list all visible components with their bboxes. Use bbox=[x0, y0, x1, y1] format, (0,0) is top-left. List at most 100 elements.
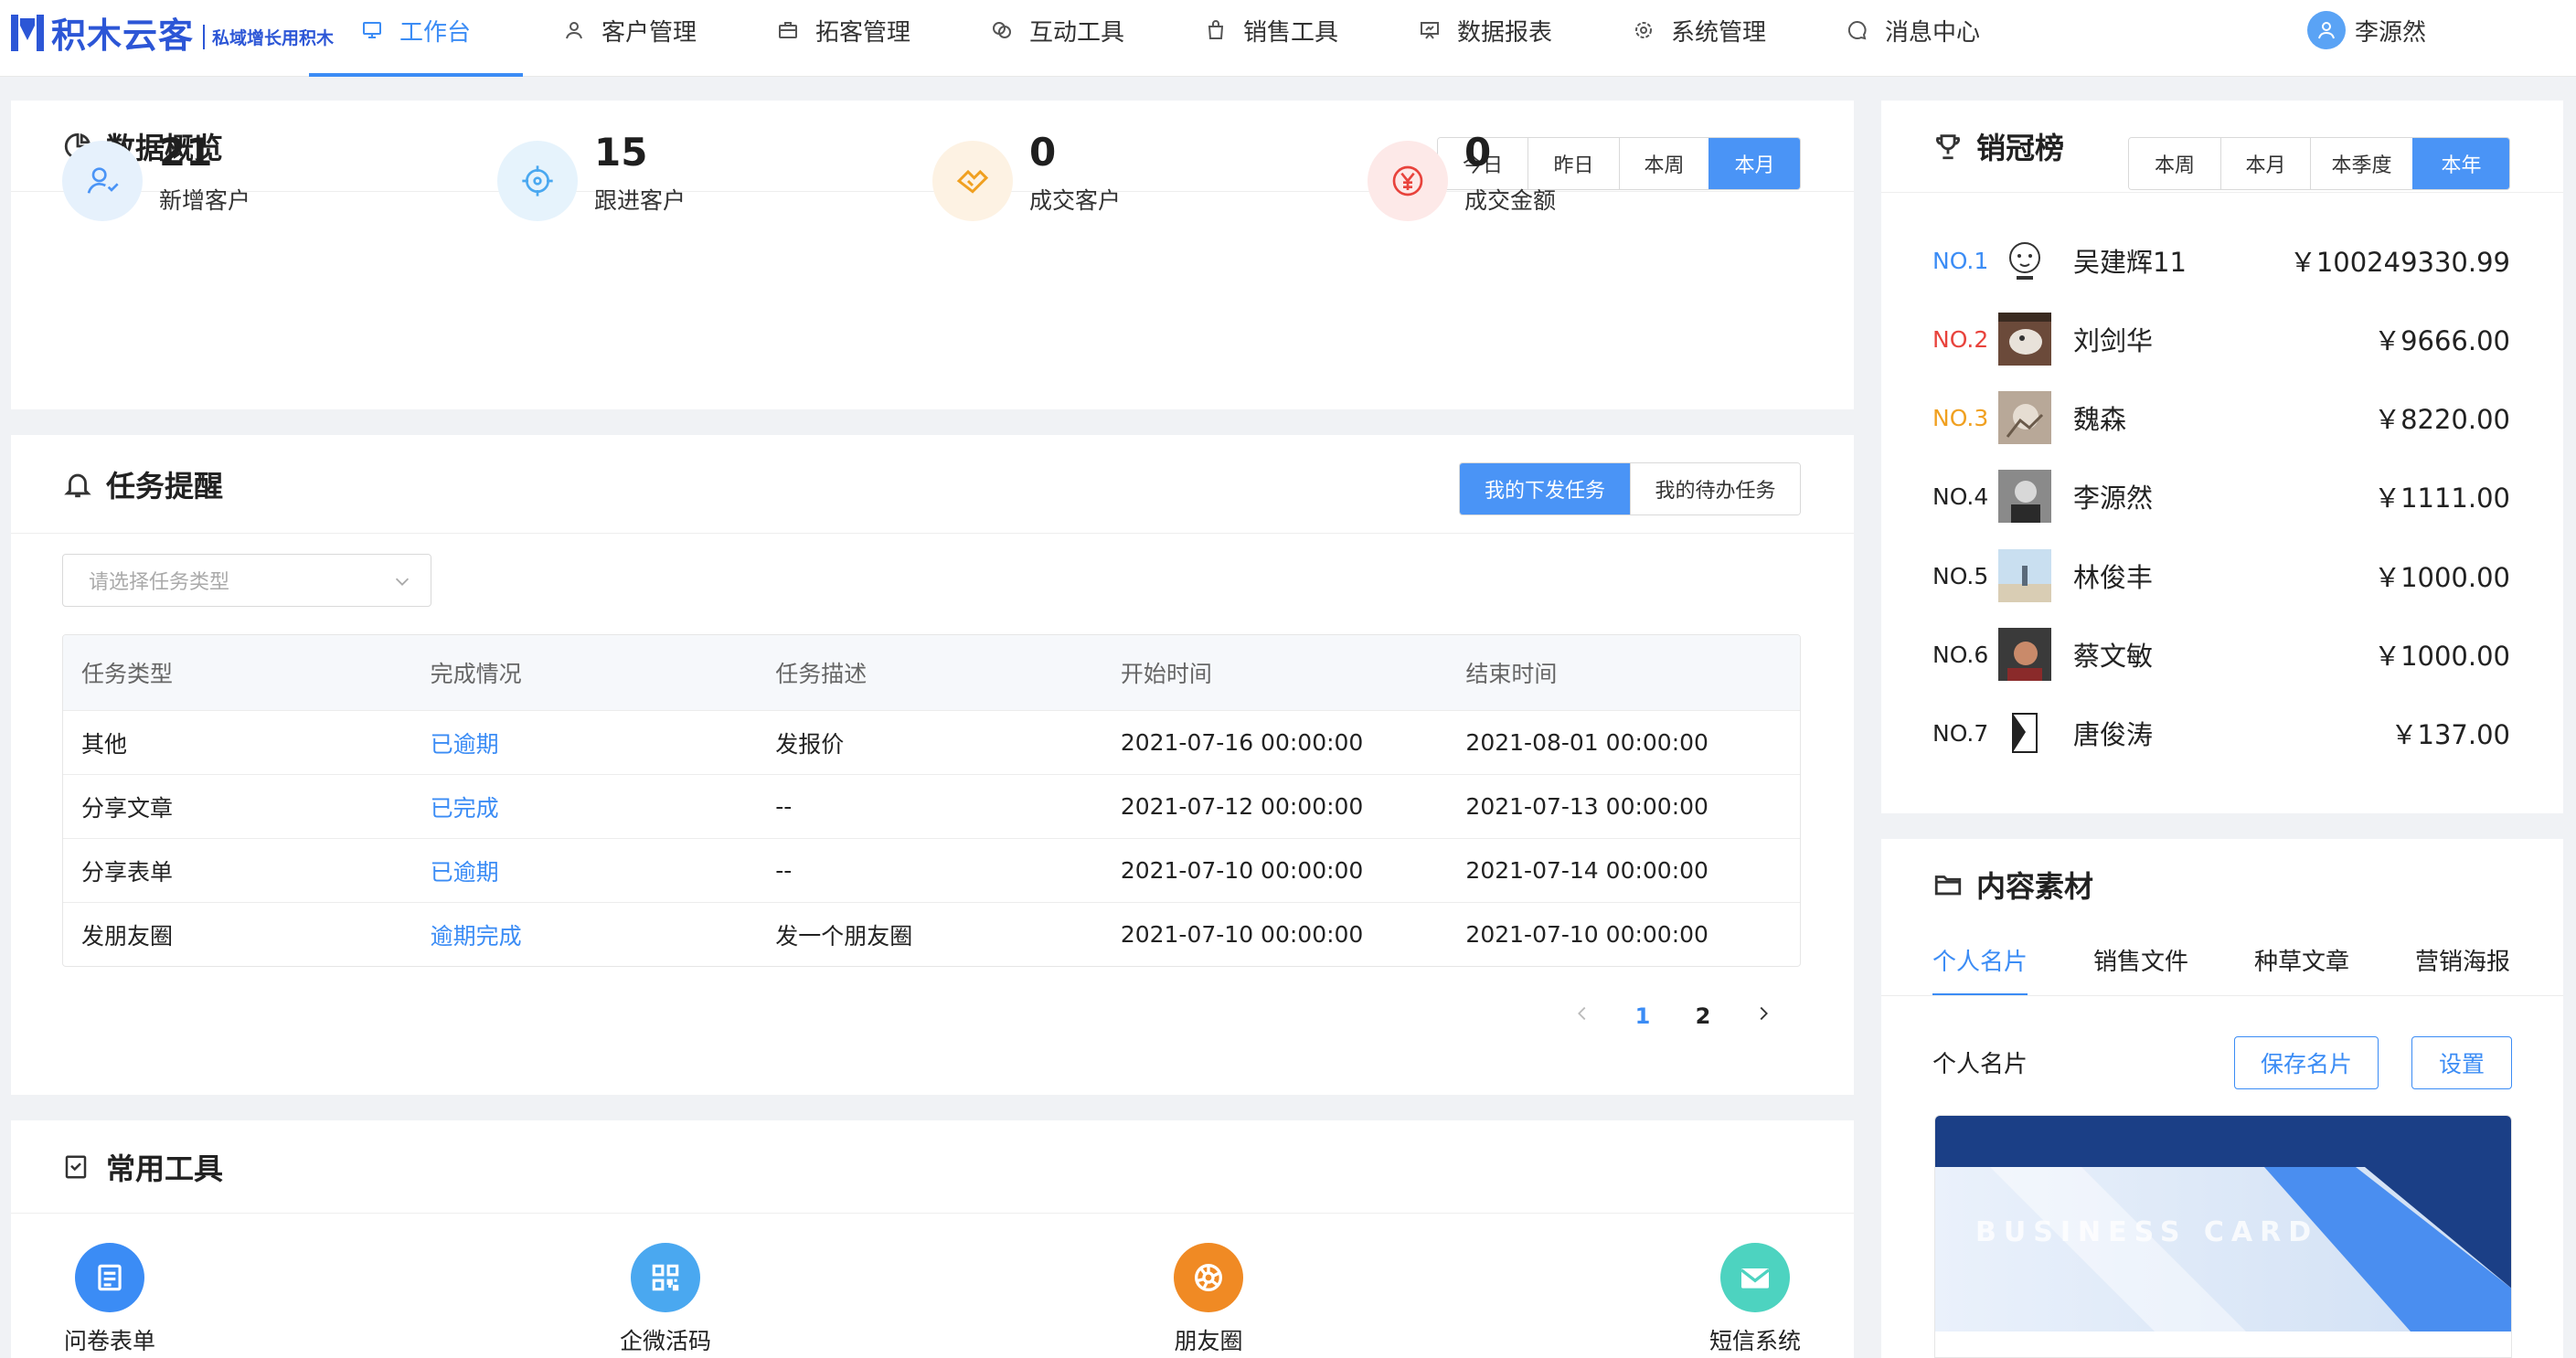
material-tabs: 个人名片 销售文件 种草文章 营销海报 bbox=[1932, 943, 2576, 996]
stat-deal-customers: 0 成交客户 bbox=[932, 130, 1121, 221]
nav-messages[interactable]: 消息中心 bbox=[1806, 0, 2020, 77]
cell-start: 2021-07-10 00:00:00 bbox=[1120, 921, 1364, 948]
rank-row[interactable]: NO.6 蔡文敏 ￥1000.00 bbox=[1932, 624, 2510, 684]
page-2[interactable]: 2 bbox=[1673, 1003, 1733, 1029]
cell-end: 2021-07-10 00:00:00 bbox=[1465, 921, 1708, 948]
business-card-preview[interactable]: BUSINESS CARD bbox=[1934, 1115, 2512, 1358]
user-menu[interactable]: 李源然 bbox=[2307, 11, 2426, 49]
stat-label: 成交金额 bbox=[1464, 187, 1557, 215]
tool-sms[interactable]: 短信系统 bbox=[1664, 1243, 1847, 1356]
stat-value: 21 bbox=[159, 130, 213, 175]
tab-personal-card[interactable]: 个人名片 bbox=[1932, 943, 2028, 996]
nav-label: 消息中心 bbox=[1884, 18, 1980, 47]
tab-sales-files[interactable]: 销售文件 bbox=[2093, 943, 2188, 996]
rank-range-quarter[interactable]: 本季度 bbox=[2310, 138, 2412, 189]
user-icon bbox=[563, 19, 585, 41]
rank-amount: ￥1000.00 bbox=[2374, 641, 2510, 672]
rank-amount: ￥8220.00 bbox=[2374, 404, 2510, 435]
nav-label: 系统管理 bbox=[1670, 18, 1766, 47]
cell-start: 2021-07-16 00:00:00 bbox=[1120, 729, 1364, 756]
prev-page-icon[interactable] bbox=[1552, 1003, 1613, 1029]
table-row[interactable]: 分享文章 已完成 -- 2021-07-12 00:00:00 2021-07-… bbox=[63, 774, 1800, 838]
nav-customer[interactable]: 客户管理 bbox=[523, 0, 737, 77]
save-card-button[interactable]: 保存名片 bbox=[2234, 1036, 2379, 1089]
brand-logo[interactable]: 积木云客 私域增长用积木 bbox=[9, 7, 334, 57]
stat-label: 新增客户 bbox=[159, 187, 251, 215]
rank-row[interactable]: NO.3 魏森 ￥8220.00 bbox=[1932, 387, 2510, 448]
page-1[interactable]: 1 bbox=[1613, 1003, 1673, 1029]
main-nav: 工作台 客户管理 拓客管理 互动工具 销售工具 数据报表 系统管理 消息中心 bbox=[309, 0, 2020, 77]
my-issued-tasks-tab[interactable]: 我的下发任务 bbox=[1460, 463, 1630, 515]
target-icon bbox=[497, 141, 578, 221]
cell-status[interactable]: 已完成 bbox=[412, 790, 758, 823]
avatar bbox=[1998, 391, 2051, 444]
rank-row[interactable]: NO.5 林俊丰 ￥1000.00 bbox=[1932, 546, 2510, 606]
cell-type: 其他 bbox=[81, 730, 128, 758]
bell-icon bbox=[62, 469, 93, 500]
rank-number: NO.7 bbox=[1932, 719, 1989, 747]
rank-name: 唐俊涛 bbox=[2073, 719, 2154, 750]
rank-row[interactable]: NO.2 刘剑华 ￥9666.00 bbox=[1932, 309, 2510, 369]
rank-range-week[interactable]: 本周 bbox=[2129, 138, 2220, 189]
rank-amount: ￥1000.00 bbox=[2374, 562, 2510, 593]
cell-desc: -- bbox=[775, 793, 793, 820]
table-row[interactable]: 发朋友圈 逾期完成 发一个朋友圈 2021-07-10 00:00:00 202… bbox=[63, 902, 1800, 966]
column-header: 完成情况 bbox=[430, 661, 522, 687]
divider bbox=[1881, 995, 2563, 996]
tool-moments[interactable]: 朋友圈 bbox=[1117, 1243, 1300, 1356]
rank-row[interactable]: NO.1 吴建辉11 ￥100249330.99 bbox=[1932, 230, 2510, 291]
stat-value: 0 bbox=[1029, 130, 1057, 175]
table-row[interactable]: 其他 已逾期 发报价 2021-07-16 00:00:00 2021-08-0… bbox=[63, 710, 1800, 774]
rank-name: 蔡文敏 bbox=[2073, 641, 2154, 672]
tool-label: 问卷表单 bbox=[63, 1328, 155, 1354]
nav-acquisition[interactable]: 拓客管理 bbox=[737, 0, 951, 77]
my-todo-tasks-tab[interactable]: 我的待办任务 bbox=[1630, 463, 1800, 515]
cell-status[interactable]: 逾期完成 bbox=[412, 918, 758, 951]
nav-sales-tools[interactable]: 销售工具 bbox=[1165, 0, 1378, 77]
tool-label: 企微活码 bbox=[619, 1328, 711, 1354]
section-label: 个人名片 bbox=[1932, 1051, 2028, 1078]
cell-type: 发朋友圈 bbox=[81, 922, 174, 950]
rank-range-month[interactable]: 本月 bbox=[2220, 138, 2310, 189]
tab-articles[interactable]: 种草文章 bbox=[2254, 943, 2349, 996]
next-page-icon[interactable] bbox=[1733, 1003, 1794, 1029]
rank-amount: ￥100249330.99 bbox=[2289, 247, 2510, 278]
cell-end: 2021-07-14 00:00:00 bbox=[1465, 857, 1708, 884]
stat-followup-customers: 15 跟进客户 bbox=[497, 130, 686, 221]
rank-range-year[interactable]: 本年 bbox=[2412, 138, 2509, 189]
stat-deal-amount: 0 成交金额 bbox=[1368, 130, 1556, 221]
range-month[interactable]: 本月 bbox=[1708, 138, 1800, 189]
table-row[interactable]: 分享表单 已逾期 -- 2021-07-10 00:00:00 2021-07-… bbox=[63, 838, 1800, 902]
cell-status[interactable]: 已逾期 bbox=[412, 727, 758, 759]
nav-reports[interactable]: 数据报表 bbox=[1378, 0, 1592, 77]
nav-label: 拓客管理 bbox=[814, 18, 910, 47]
cell-status[interactable]: 已逾期 bbox=[412, 854, 758, 887]
table-header-row: 任务类型 完成情况 任务描述 开始时间 结束时间 bbox=[63, 635, 1800, 710]
tool-questionnaire[interactable]: 问卷表单 bbox=[18, 1243, 201, 1356]
rank-name: 李源然 bbox=[2073, 483, 2154, 514]
rank-number: NO.5 bbox=[1932, 562, 1989, 589]
stat-label: 成交客户 bbox=[1029, 187, 1122, 215]
nav-workbench[interactable]: 工作台 bbox=[309, 0, 523, 77]
rank-number: NO.2 bbox=[1932, 325, 1989, 353]
folder-icon bbox=[1932, 869, 1964, 900]
rank-amount: ￥1111.00 bbox=[2374, 483, 2510, 514]
ranking-header: 销冠榜 本周 本月 本季度 本年 bbox=[1881, 101, 2563, 192]
panel-title: 内容素材 bbox=[1976, 869, 2094, 904]
rank-number: NO.1 bbox=[1932, 247, 1989, 274]
nav-system[interactable]: 系统管理 bbox=[1592, 0, 1806, 77]
tool-wecom-code[interactable]: 企微活码 bbox=[574, 1243, 757, 1356]
card-settings-button[interactable]: 设置 bbox=[2411, 1036, 2512, 1089]
rank-row[interactable]: NO.7 唐俊涛 ￥137.00 bbox=[1932, 703, 2510, 763]
avatar bbox=[1998, 470, 2051, 523]
nav-interaction[interactable]: 互动工具 bbox=[951, 0, 1165, 77]
cell-desc: -- bbox=[775, 857, 793, 884]
cell-end: 2021-08-01 00:00:00 bbox=[1465, 729, 1708, 756]
card-title-text: BUSINESS CARD bbox=[1975, 1216, 2319, 1248]
aperture-icon bbox=[1174, 1243, 1243, 1312]
rank-row[interactable]: NO.4 李源然 ￥1111.00 bbox=[1932, 466, 2510, 526]
range-week[interactable]: 本周 bbox=[1619, 138, 1708, 189]
tab-posters[interactable]: 营销海报 bbox=[2415, 943, 2510, 996]
task-type-select[interactable]: 请选择任务类型 bbox=[62, 554, 431, 607]
cell-desc: 发一个朋友圈 bbox=[775, 922, 913, 950]
